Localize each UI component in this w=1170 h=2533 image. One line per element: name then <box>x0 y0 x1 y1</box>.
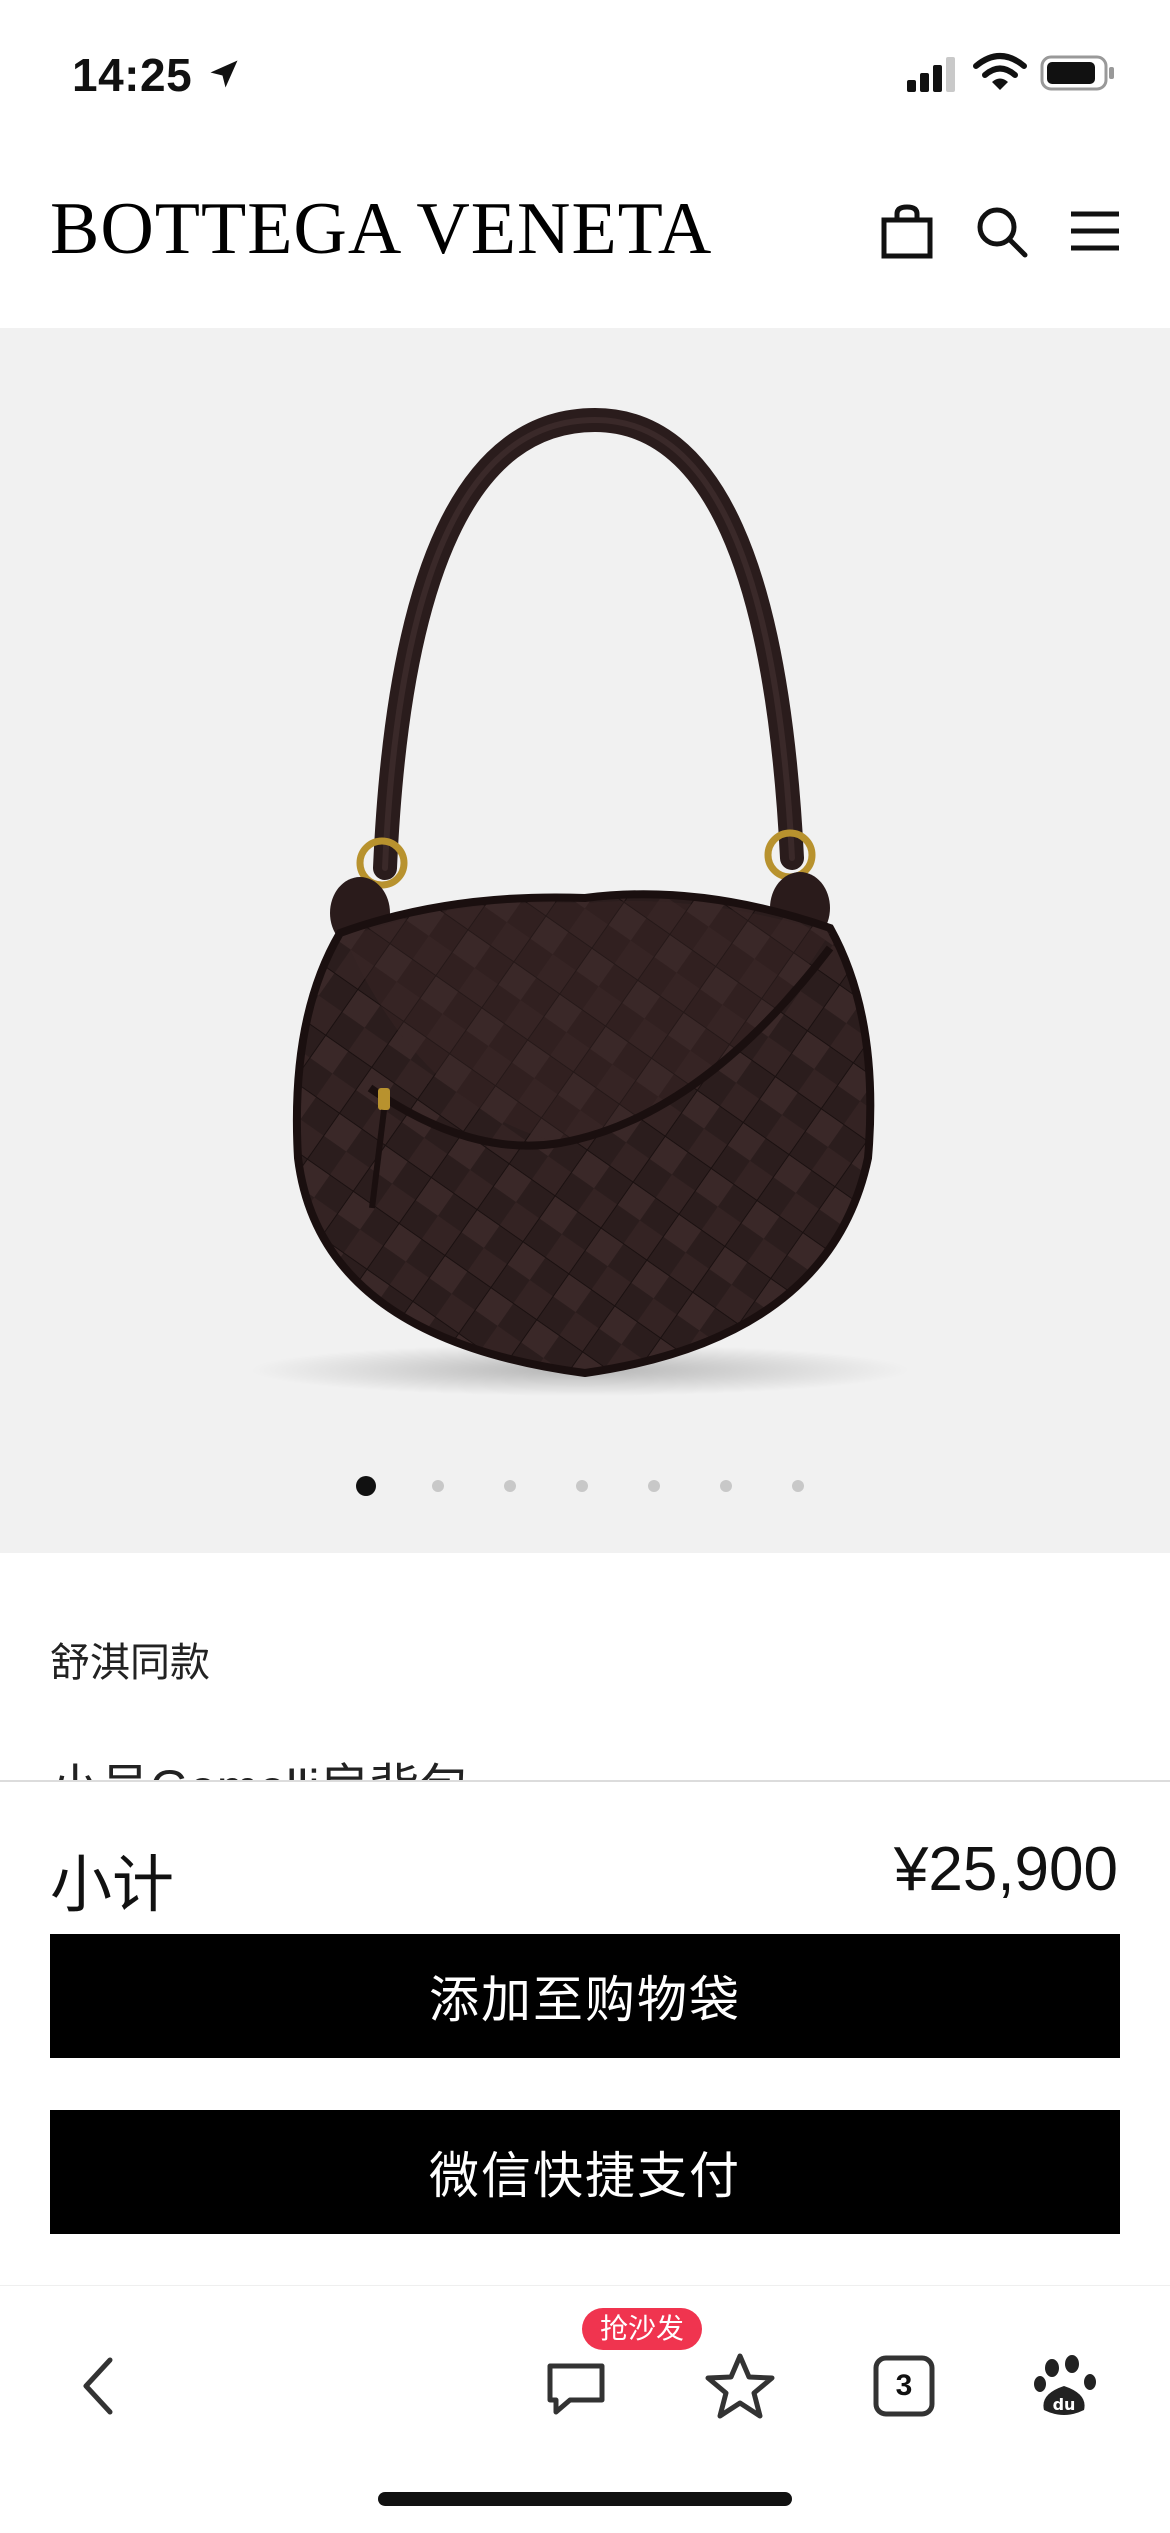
status-bar: 14:25 <box>0 0 1170 150</box>
signal-icon <box>907 57 955 92</box>
add-to-bag-button[interactable]: 添加至购物袋 <box>50 1934 1120 2058</box>
location-arrow-icon <box>210 60 238 88</box>
brand-logo[interactable]: BOTTEGA VENETA <box>50 192 712 266</box>
carousel-dots <box>0 1468 1170 1508</box>
battery-icon <box>1040 55 1114 91</box>
site-header: BOTTEGA VENETA <box>0 150 1170 328</box>
carousel-dot[interactable] <box>432 1480 444 1492</box>
subtotal-label: 小计 <box>50 1851 175 1920</box>
back-icon[interactable] <box>66 2350 138 2422</box>
wechat-pay-button[interactable]: 微信快捷支付 <box>50 2110 1120 2234</box>
shopping-bag-icon[interactable] <box>878 202 936 260</box>
wifi-icon <box>973 53 1027 90</box>
carousel-dot[interactable] <box>720 1480 732 1492</box>
search-icon[interactable] <box>972 202 1030 260</box>
carousel-dot[interactable] <box>792 1480 804 1492</box>
status-time: 14:25 <box>72 49 193 101</box>
carousel-dot[interactable] <box>356 1476 376 1496</box>
product-image <box>250 407 910 1396</box>
subtotal-price: ¥25,900 <box>893 1835 1118 1904</box>
menu-icon[interactable] <box>1066 202 1124 260</box>
baidu-icon[interactable]: du <box>1030 2350 1102 2422</box>
tab-count: 3 <box>895 2369 913 2402</box>
product-gallery[interactable] <box>0 328 1170 1553</box>
product-tagline: 舒淇同款 <box>50 1641 210 1685</box>
svg-text:du: du <box>1053 2395 1076 2414</box>
comment-icon[interactable] <box>540 2350 612 2422</box>
carousel-dot[interactable] <box>576 1480 588 1492</box>
carousel-dot[interactable] <box>648 1480 660 1492</box>
purchase-panel: 小计 ¥25,900 添加至购物袋 微信快捷支付 <box>0 1780 1170 2287</box>
carousel-dot[interactable] <box>504 1480 516 1492</box>
home-indicator <box>378 2492 792 2506</box>
star-icon[interactable] <box>704 2350 776 2422</box>
comment-badge: 抢沙发 <box>582 2308 703 2350</box>
